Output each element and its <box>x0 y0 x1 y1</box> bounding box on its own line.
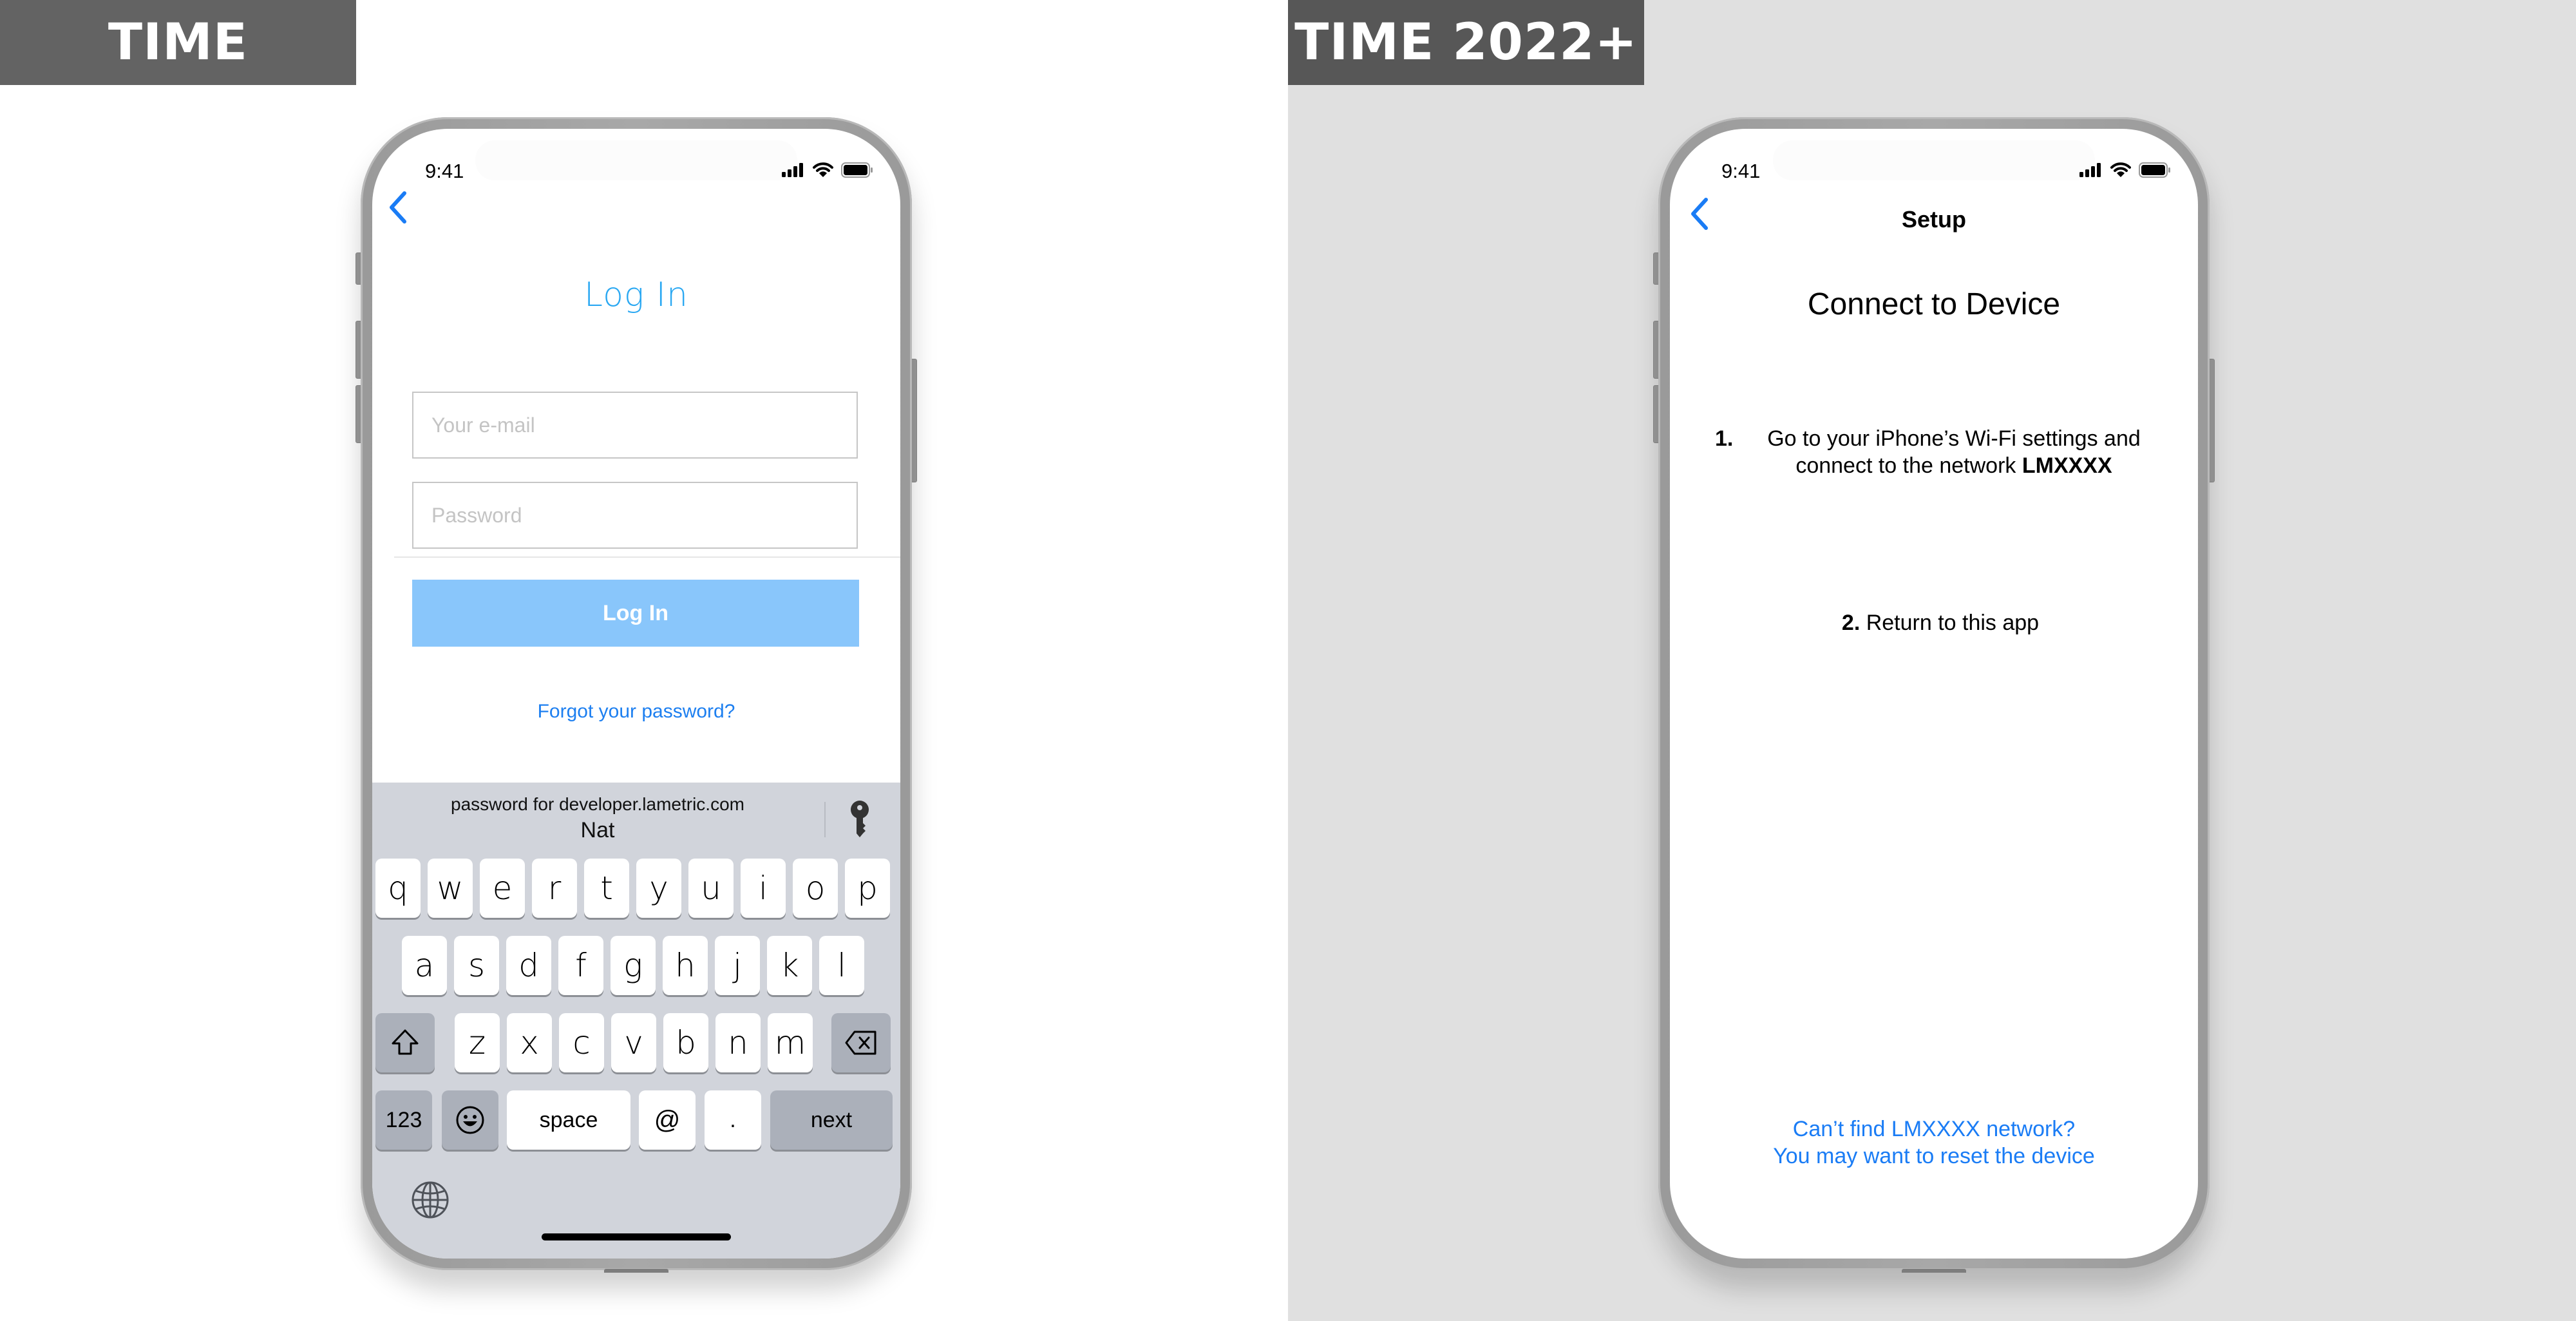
password-input[interactable] <box>430 502 857 528</box>
network-name: LMXXXX <box>2022 453 2112 478</box>
battery-icon <box>841 162 873 178</box>
keyboard: password for developer.lametric.com Nat … <box>372 783 900 1259</box>
version-label-time: TIME <box>0 0 356 85</box>
key-f[interactable]: f <box>558 936 603 995</box>
keyboard-row-4: 123 space @ . next <box>372 1090 900 1150</box>
page-title: Connect to Device <box>1807 287 2061 321</box>
forgot-password-link[interactable]: Forgot your password? <box>372 701 900 723</box>
reset-link-line-2[interactable]: You may want to reset the device <box>1670 1143 2198 1170</box>
phone-mockup-setup: 9:41 Setup Connect to Device 1. Go to yo… <box>1653 117 2215 1273</box>
suggestion-username[interactable]: Nat <box>372 818 823 843</box>
keyboard-row-3: zxcvbnm <box>372 1013 900 1072</box>
at-key[interactable]: @ <box>639 1090 696 1150</box>
step-2-number: 2. <box>1841 611 1861 635</box>
key-g[interactable]: g <box>611 936 656 995</box>
battery-icon <box>2139 162 2170 178</box>
phone-screen: 9:41 Log In Log In Forgot your password? <box>372 129 900 1259</box>
key-u[interactable]: u <box>688 859 734 918</box>
shift-icon <box>392 1029 419 1055</box>
email-field[interactable] <box>412 392 858 459</box>
phone-bottom-port <box>1902 1269 1966 1273</box>
key-m[interactable]: m <box>768 1013 813 1072</box>
key-j[interactable]: j <box>715 936 760 995</box>
key-h[interactable]: h <box>663 936 708 995</box>
chevron-left-icon[interactable] <box>385 189 411 225</box>
key-y[interactable]: y <box>636 859 681 918</box>
key-o[interactable]: o <box>793 859 838 918</box>
space-key[interactable]: space <box>507 1090 630 1150</box>
shift-key[interactable] <box>375 1013 435 1072</box>
status-bar: 9:41 <box>1670 129 2198 200</box>
signal-icon <box>2079 163 2101 177</box>
version-label-time-2022: TIME 2022+ <box>1288 0 1644 85</box>
key-e[interactable]: e <box>480 859 525 918</box>
signal-icon <box>782 163 803 177</box>
emoji-icon <box>456 1106 484 1134</box>
key-v[interactable]: v <box>611 1013 656 1072</box>
key-n[interactable]: n <box>715 1013 761 1072</box>
key-b[interactable]: b <box>663 1013 708 1072</box>
phone-screen: 9:41 Setup Connect to Device 1. Go to yo… <box>1670 129 2198 1259</box>
step-1-number: 1. <box>1715 426 1734 451</box>
page-title: Log In <box>584 276 688 314</box>
wifi-icon <box>2110 162 2131 177</box>
left-panel: TIME 9:41 Log In Your e-mail Log In Forg… <box>0 0 1288 1321</box>
backspace-icon <box>845 1031 876 1055</box>
email-input[interactable] <box>430 412 857 438</box>
divider <box>394 556 900 558</box>
reset-device-link[interactable]: Can’t find LMXXXX network? You may want … <box>1670 1116 2198 1170</box>
key-s[interactable]: s <box>454 936 499 995</box>
instruction-step-2: 2. Return to this app <box>1670 611 2198 636</box>
key-l[interactable]: l <box>819 936 864 995</box>
key-d[interactable]: d <box>506 936 551 995</box>
next-key[interactable]: next <box>770 1090 893 1150</box>
key-i[interactable]: i <box>741 859 786 918</box>
key-q[interactable]: q <box>375 859 421 918</box>
numbers-key[interactable]: 123 <box>375 1090 432 1150</box>
key-r[interactable]: r <box>532 859 577 918</box>
delete-key[interactable] <box>831 1013 891 1072</box>
right-panel: TIME 2022+ 9:41 Setup Connect to Device … <box>1288 0 2576 1321</box>
globe-icon[interactable] <box>411 1181 450 1219</box>
key-k[interactable]: k <box>767 936 812 995</box>
emoji-key[interactable] <box>442 1090 498 1150</box>
login-button[interactable]: Log In <box>412 580 859 647</box>
key-c[interactable]: c <box>559 1013 604 1072</box>
key-icon[interactable] <box>849 800 871 839</box>
status-time: 9:41 <box>1721 160 1761 182</box>
wifi-icon <box>813 162 833 177</box>
instruction-step-1: 1. Go to your iPhone’s Wi-Fi settings an… <box>1715 425 2159 479</box>
keyboard-row-2: asdfghjkl <box>372 936 900 995</box>
key-t[interactable]: t <box>584 859 629 918</box>
keyboard-row-1: qwertyuiop <box>372 859 900 918</box>
key-x[interactable]: x <box>507 1013 552 1072</box>
key-p[interactable]: p <box>845 859 890 918</box>
phone-bottom-port <box>604 1269 668 1273</box>
status-time: 9:41 <box>425 160 464 182</box>
reset-link-line-1[interactable]: Can’t find LMXXXX network? <box>1670 1116 2198 1143</box>
key-w[interactable]: w <box>428 859 473 918</box>
key-z[interactable]: z <box>455 1013 500 1072</box>
phone-mockup-login: 9:41 Log In Log In Forgot your password? <box>355 117 917 1273</box>
period-key[interactable]: . <box>705 1090 761 1150</box>
suggestion-domain: password for developer.lametric.com <box>451 794 744 814</box>
password-suggestion-bar[interactable]: password for developer.lametric.com Nat <box>372 783 900 847</box>
step-2-text: Return to this app <box>1860 611 2040 635</box>
nav-title: Setup <box>1901 206 1966 233</box>
suggestion-separator <box>824 802 826 837</box>
password-field[interactable] <box>412 482 858 549</box>
home-indicator <box>542 1233 731 1240</box>
status-bar: 9:41 <box>372 129 900 200</box>
key-a[interactable]: a <box>402 936 447 995</box>
